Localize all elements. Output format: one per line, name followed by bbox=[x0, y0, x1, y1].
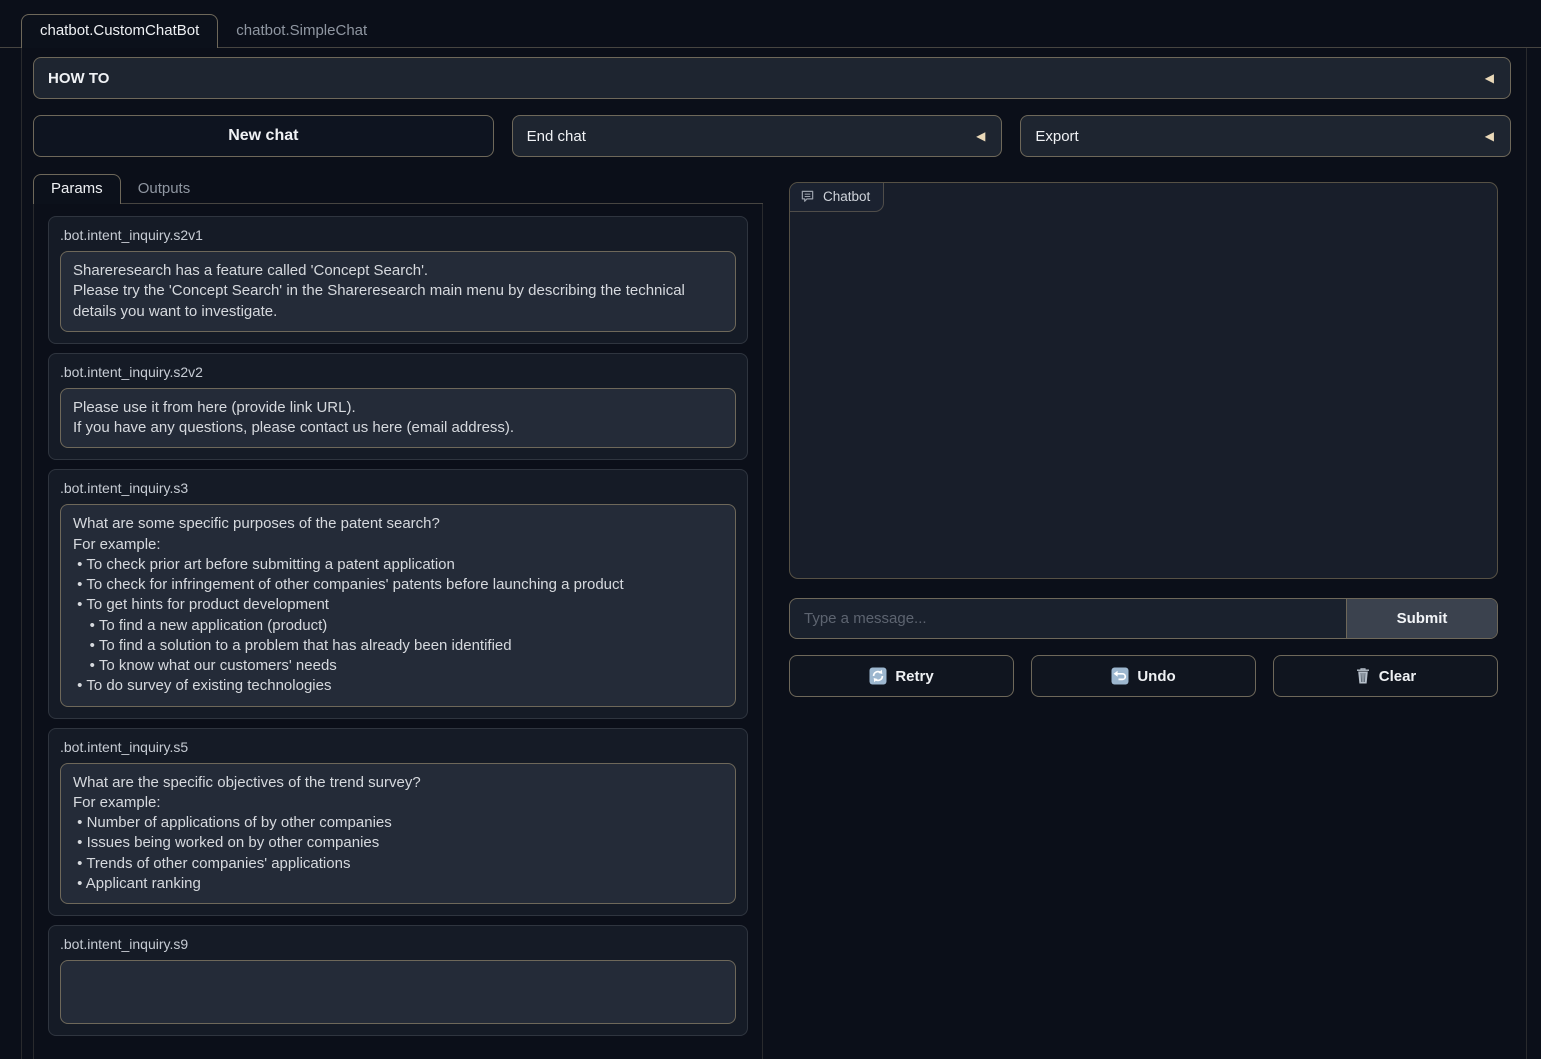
clear-icon bbox=[1355, 667, 1371, 685]
params-tabbar: Params Outputs bbox=[33, 174, 763, 204]
param-group-s5: .bot.intent_inquiry.s5 What are the spec… bbox=[48, 728, 748, 917]
param-textbox-s5[interactable]: What are the specific objectives of the … bbox=[60, 763, 736, 905]
tab-params[interactable]: Params bbox=[33, 174, 121, 204]
retry-button[interactable]: Retry bbox=[789, 655, 1014, 697]
main-tabbar: chatbot.CustomChatBot chatbot.SimpleChat bbox=[0, 0, 1541, 48]
chatbot-panel-label-text: Chatbot bbox=[823, 189, 870, 204]
chat-input-row: Submit bbox=[789, 598, 1498, 639]
params-panel: .bot.intent_inquiry.s2v1 Shareresearch h… bbox=[33, 204, 763, 1059]
retry-icon bbox=[869, 667, 887, 685]
howto-accordion-label: HOW TO bbox=[48, 70, 109, 87]
undo-button-label: Undo bbox=[1137, 668, 1175, 685]
end-chat-accordion-label: End chat bbox=[527, 128, 586, 145]
end-chat-accordion[interactable]: End chat ◀ bbox=[512, 115, 1003, 157]
param-group-s3: .bot.intent_inquiry.s3 What are some spe… bbox=[48, 469, 748, 718]
chat-message-input[interactable] bbox=[790, 599, 1346, 638]
param-label: .bot.intent_inquiry.s5 bbox=[60, 739, 736, 755]
param-group-s2v1: .bot.intent_inquiry.s2v1 Shareresearch h… bbox=[48, 216, 748, 344]
param-textbox-s2v1[interactable]: Shareresearch has a feature called 'Conc… bbox=[60, 251, 736, 332]
undo-button[interactable]: Undo bbox=[1031, 655, 1256, 697]
param-textbox-s2v2[interactable]: Please use it from here (provide link UR… bbox=[60, 388, 736, 449]
param-label: .bot.intent_inquiry.s2v1 bbox=[60, 227, 736, 243]
tab-outputs[interactable]: Outputs bbox=[121, 175, 208, 203]
retry-button-label: Retry bbox=[895, 668, 933, 685]
app-window: chatbot.CustomChatBot chatbot.SimpleChat… bbox=[0, 0, 1541, 920]
export-accordion-label: Export bbox=[1035, 128, 1078, 145]
tab-custom-chatbot[interactable]: chatbot.CustomChatBot bbox=[21, 14, 218, 48]
chatbot-panel-label: Chatbot bbox=[790, 183, 884, 212]
accordion-collapse-arrow-icon: ◀ bbox=[976, 129, 985, 143]
main-columns: Params Outputs .bot.intent_inquiry.s2v1 … bbox=[33, 174, 1511, 1059]
accordion-collapse-arrow-icon: ◀ bbox=[1485, 129, 1494, 143]
chatbot-history-panel[interactable]: Chatbot bbox=[789, 182, 1498, 579]
actions-row: New chat End chat ◀ Export ◀ bbox=[33, 115, 1511, 157]
chat-bubble-icon bbox=[800, 189, 815, 204]
params-column: Params Outputs .bot.intent_inquiry.s2v1 … bbox=[33, 174, 763, 1059]
howto-accordion[interactable]: HOW TO ◀ bbox=[33, 57, 1511, 99]
param-textbox-s9[interactable] bbox=[60, 960, 736, 1024]
param-group-s2v2: .bot.intent_inquiry.s2v2 Please use it f… bbox=[48, 353, 748, 461]
submit-button[interactable]: Submit bbox=[1346, 599, 1497, 638]
chat-column: Chatbot Submit bbox=[789, 174, 1498, 697]
custom-chatbot-tab-panel: HOW TO ◀ New chat End chat ◀ Export ◀ Pa… bbox=[21, 48, 1527, 1059]
param-group-s9: .bot.intent_inquiry.s9 bbox=[48, 925, 748, 1036]
accordion-collapse-arrow-icon: ◀ bbox=[1485, 71, 1494, 85]
param-label: .bot.intent_inquiry.s9 bbox=[60, 936, 736, 952]
param-label: .bot.intent_inquiry.s3 bbox=[60, 480, 736, 496]
param-textbox-s3[interactable]: What are some specific purposes of the p… bbox=[60, 504, 736, 706]
param-label: .bot.intent_inquiry.s2v2 bbox=[60, 364, 736, 380]
undo-icon bbox=[1111, 667, 1129, 685]
clear-button[interactable]: Clear bbox=[1273, 655, 1498, 697]
clear-button-label: Clear bbox=[1379, 668, 1417, 685]
new-chat-button[interactable]: New chat bbox=[33, 115, 494, 157]
export-accordion[interactable]: Export ◀ bbox=[1020, 115, 1511, 157]
tab-simple-chat[interactable]: chatbot.SimpleChat bbox=[218, 15, 385, 47]
chat-action-buttons: Retry Undo bbox=[789, 655, 1498, 697]
